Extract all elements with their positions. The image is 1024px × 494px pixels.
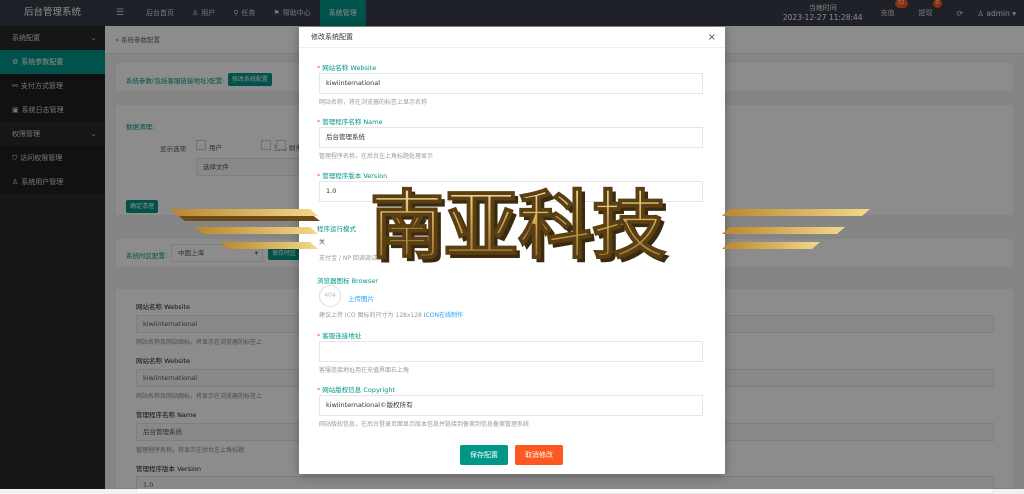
browser-hint: 建议上传 ICO 图标的尺寸为 128x128 ICON在线制作	[319, 310, 463, 319]
save-config-button[interactable]: 保存配置	[460, 445, 508, 465]
left-wing-icon	[170, 209, 320, 249]
name-label: * 管理程序名称 Name	[317, 118, 383, 126]
right-wing-icon	[722, 209, 870, 249]
copyright-hint: 网站版权信息，在后台登录页面显示版本信息并链接到备案到信息备案管理系统	[319, 421, 530, 428]
app-name-input[interactable]: 后台管理系统	[319, 127, 703, 148]
service-label: * 客服连接地址	[317, 332, 362, 340]
browser-hint-text: 建议上传 ICO 图标的尺寸为 128x128	[319, 312, 422, 319]
upload-image-link[interactable]: 上传图片	[348, 293, 374, 303]
copyright-label-text: 网站版权信息 Copyright	[322, 386, 396, 394]
name-label-text: 管理程序名称 Name	[322, 118, 383, 126]
service-url-input[interactable]	[319, 341, 703, 362]
browser-label-text: 浏览器图标 Browser	[317, 277, 378, 285]
browser-label: 浏览器图标 Browser	[317, 275, 378, 285]
site-label-text: 网站名称 Website	[322, 64, 377, 72]
favicon-preview: 404	[319, 285, 341, 307]
service-hint: 客服连接地址用在充值界面右上角	[319, 367, 410, 374]
copyright-input[interactable]: kiwiinternational©版权所有	[319, 395, 703, 416]
modal-header: 修改系统配置 ×	[299, 27, 725, 48]
site-name-input[interactable]: kiwiinternational	[319, 73, 703, 94]
watermark-text: 南亚科技	[370, 183, 666, 269]
modal-title: 修改系统配置	[311, 33, 353, 41]
copyright-label: * 网站版权信息 Copyright	[317, 386, 396, 394]
cancel-edit-button[interactable]: 取消修改	[515, 445, 563, 465]
service-label-text: 客服连接地址	[322, 332, 362, 340]
site-label: * 网站名称 Website	[317, 64, 377, 72]
icon-maker-link[interactable]: ICON在线制作	[424, 312, 463, 319]
site-hint: 网站名称，将在浏览器的标签上显示名称	[319, 99, 428, 106]
close-icon[interactable]: ×	[708, 27, 716, 48]
watermark-logo: 南亚科技 南亚科技	[170, 182, 870, 273]
name-hint: 管理程序名称，在后台左上角标题处理显示	[319, 153, 434, 160]
